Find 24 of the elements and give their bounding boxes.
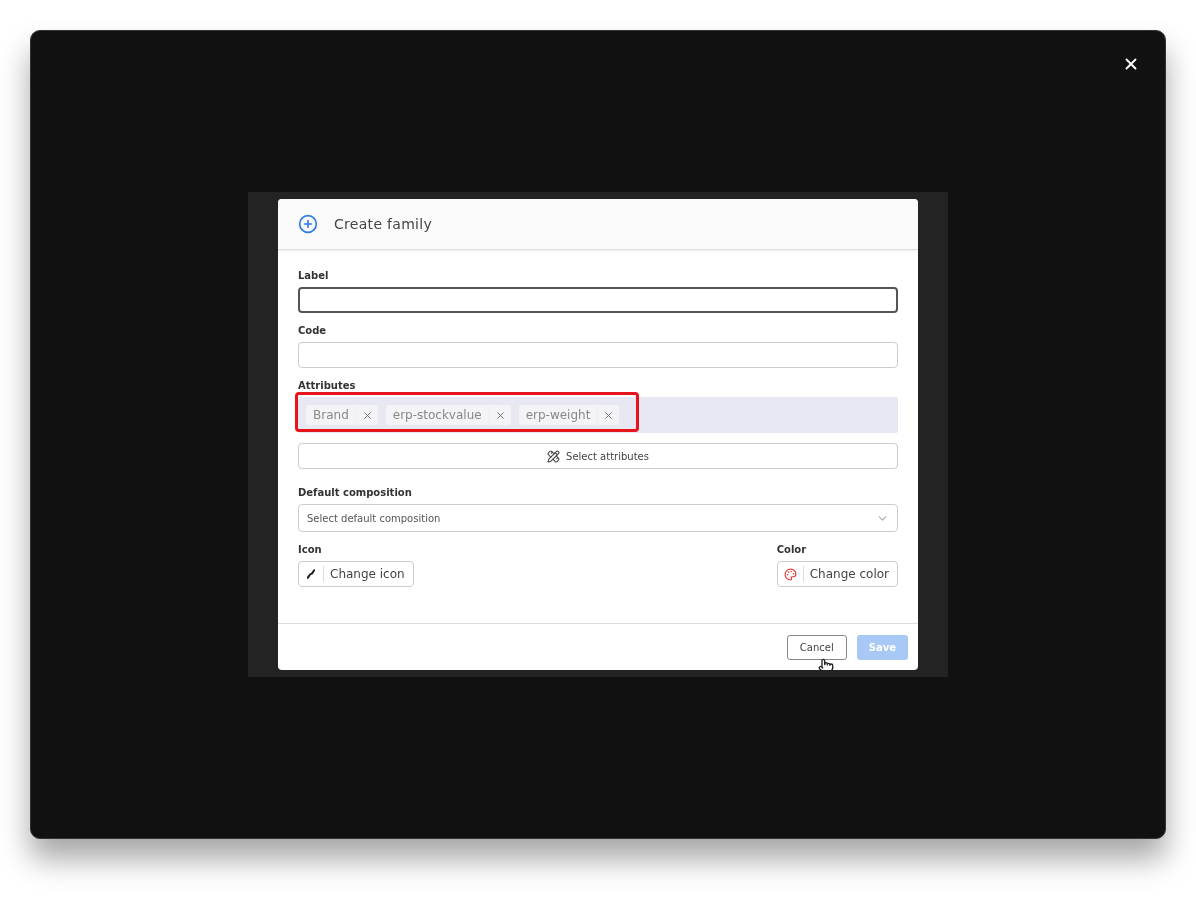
code-field[interactable] [298, 342, 898, 368]
wave-icon [305, 568, 317, 580]
field-label: Attributes [298, 380, 357, 391]
field-label: Icon [298, 544, 323, 555]
remove-icon[interactable] [494, 409, 506, 421]
label-field[interactable] [298, 287, 898, 313]
attribute-tag: erp-weight [518, 405, 620, 425]
palette-icon [783, 567, 797, 581]
field-label: Label [298, 270, 330, 281]
composition-select[interactable]: Select default composition [298, 504, 898, 532]
remove-icon[interactable] [361, 409, 373, 421]
field-label: Color [776, 544, 808, 555]
change-icon-button[interactable]: Change icon [298, 561, 414, 587]
dialog-title: Create family [334, 216, 433, 232]
remove-icon[interactable] [603, 409, 615, 421]
add-icon [298, 214, 318, 234]
change-color-button[interactable]: Change color [776, 561, 898, 587]
pencil-ruler-icon [547, 449, 561, 463]
select-attributes-button[interactable]: Select attributes [298, 443, 898, 469]
attribute-tag: Brand [306, 405, 378, 425]
cancel-button[interactable]: Cancel [786, 634, 847, 660]
field-label: Default composition [298, 487, 413, 498]
attribute-tag: erp-stockvalue [385, 405, 511, 425]
field-label: Code [298, 325, 328, 336]
